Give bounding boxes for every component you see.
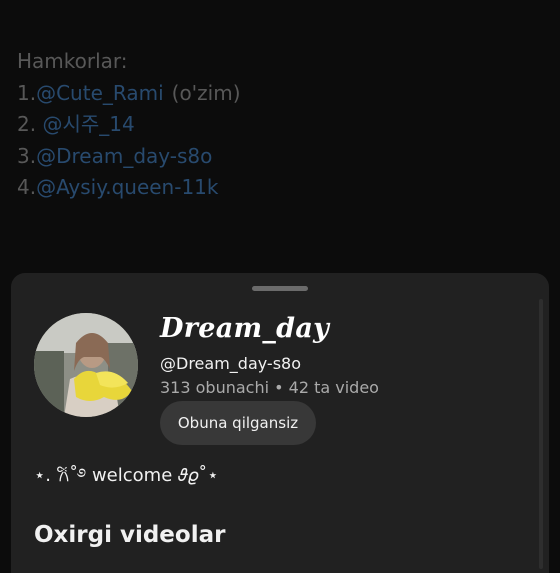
partner-line-4: 4.@Aysiy.queen-11k	[17, 172, 241, 204]
channel-tagline: ⋆. 𐙚˚࿔ welcome 𝜗𝜚˚⋆	[34, 465, 219, 486]
channel-stats: 313 obunachi • 42 ta video	[160, 378, 379, 397]
channel-name: Dream_day	[160, 313, 330, 344]
partner-index: 3.	[17, 143, 37, 168]
partner-mention-link[interactable]: @Dream_day-s8o	[36, 144, 212, 168]
partner-index: 2.	[17, 112, 43, 136]
partner-mention-link[interactable]: @Cute_Rami	[36, 81, 164, 105]
partner-line-2: 2. @시주_14	[17, 109, 241, 141]
partner-note: (o'zim)	[171, 80, 241, 105]
channel-avatar[interactable]	[34, 313, 138, 417]
partner-mention-link[interactable]: @Aysiy.queen-11k	[36, 175, 218, 199]
partner-line-1: 1.@Cute_Rami (o'zim)	[17, 78, 241, 110]
avatar-image	[34, 313, 138, 417]
sheet-drag-handle[interactable]	[252, 286, 308, 291]
partner-index: 1.	[17, 80, 37, 105]
partners-heading: Hamkorlar:	[17, 49, 128, 73]
sheet-scrollbar[interactable]	[539, 299, 543, 569]
partner-mention-link[interactable]: @시주_14	[42, 112, 134, 136]
partner-index: 4.	[17, 175, 37, 199]
recent-videos-heading: Oxirgi videolar	[34, 522, 226, 548]
channel-description: Hamkorlar: 1.@Cute_Rami (o'zim) 2. @시주_14…	[17, 46, 241, 204]
channel-handle: @Dream_day-s8o	[160, 354, 302, 373]
subscribed-button[interactable]: Obuna qilgansiz	[160, 401, 316, 445]
partner-line-3: 3.@Dream_day-s8o	[17, 141, 241, 173]
channel-bottom-sheet: Dream_day @Dream_day-s8o 313 obunachi • …	[11, 273, 549, 573]
